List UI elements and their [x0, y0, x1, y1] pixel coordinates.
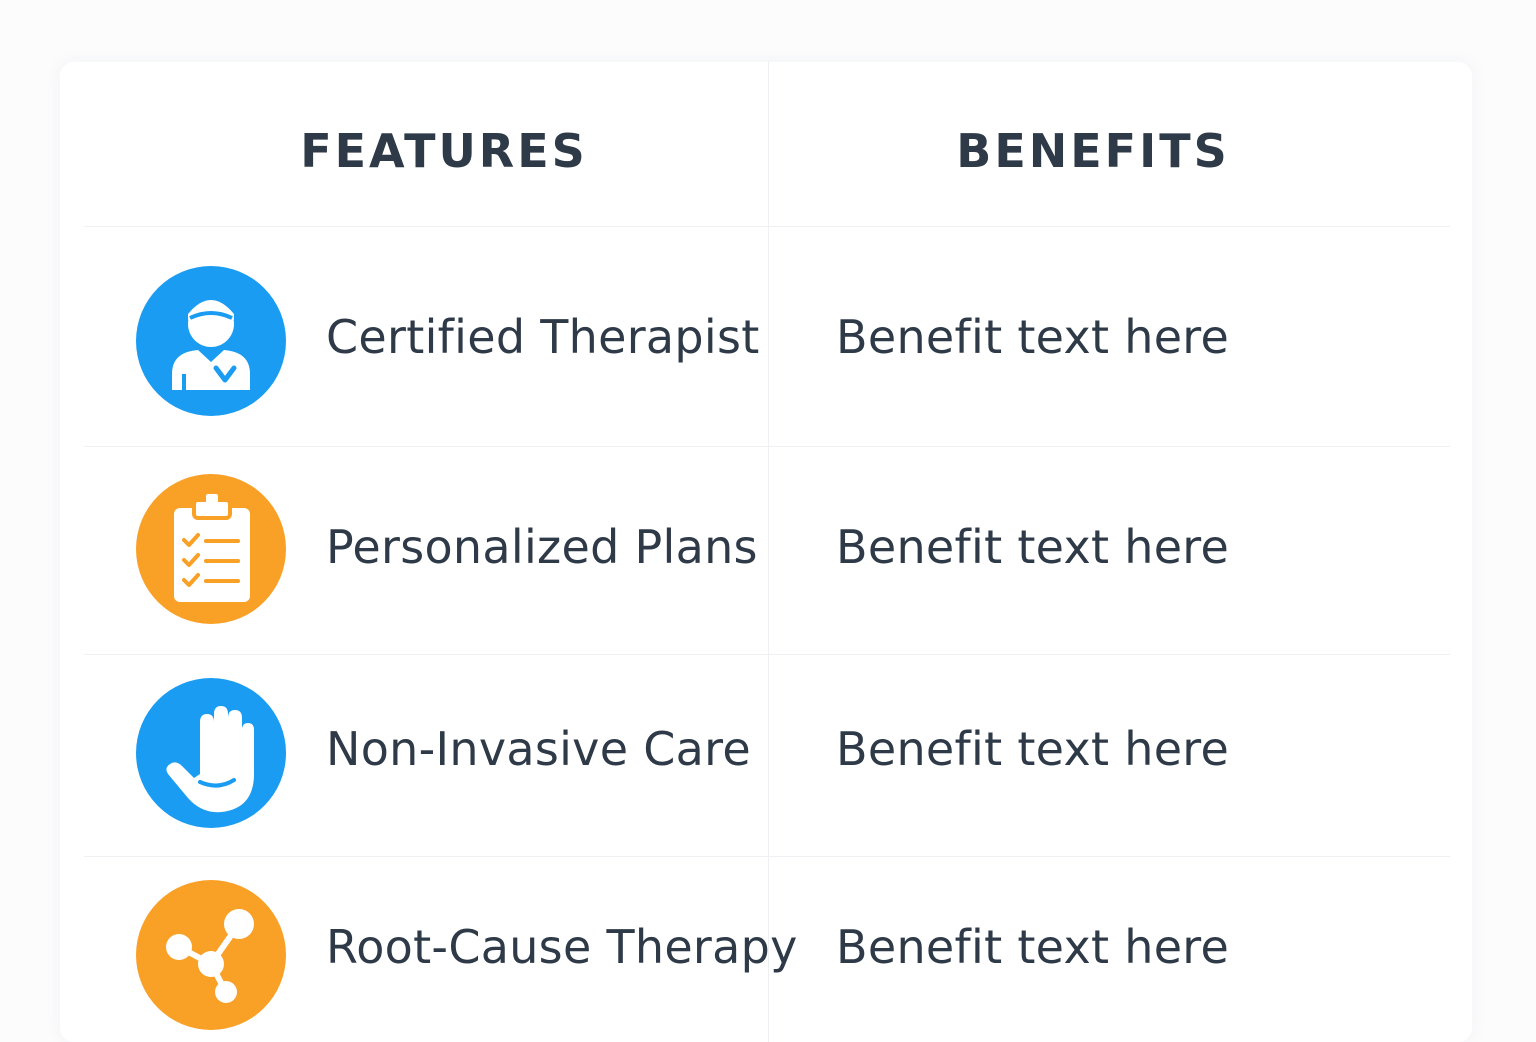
features-header: FEATURES — [300, 124, 588, 178]
table-row: Non-Invasive Care Benefit text here — [60, 654, 1472, 856]
benefit-label: Benefit text here — [836, 920, 1230, 974]
benefit-label: Benefit text here — [836, 310, 1230, 364]
hand-icon — [136, 678, 286, 828]
feature-label: Certified Therapist — [326, 310, 760, 364]
feature-label: Root-Cause Therapy — [326, 920, 798, 974]
benefits-header: BENEFITS — [956, 124, 1230, 178]
table-row: Certified Therapist Benefit text here — [60, 226, 1472, 446]
benefit-label: Benefit text here — [836, 722, 1230, 776]
therapist-icon — [136, 266, 286, 416]
benefit-label: Benefit text here — [836, 520, 1230, 574]
table-row: Root-Cause Therapy Benefit text here — [60, 856, 1472, 1042]
clipboard-checklist-icon — [136, 474, 286, 624]
molecule-icon — [136, 880, 286, 1030]
features-benefits-table: FEATURES BENEFITS Certified Therapist Be… — [60, 62, 1472, 1042]
table-row: Personalized Plans Benefit text here — [60, 446, 1472, 654]
feature-label: Non-Invasive Care — [326, 722, 751, 776]
feature-label: Personalized Plans — [326, 520, 758, 574]
